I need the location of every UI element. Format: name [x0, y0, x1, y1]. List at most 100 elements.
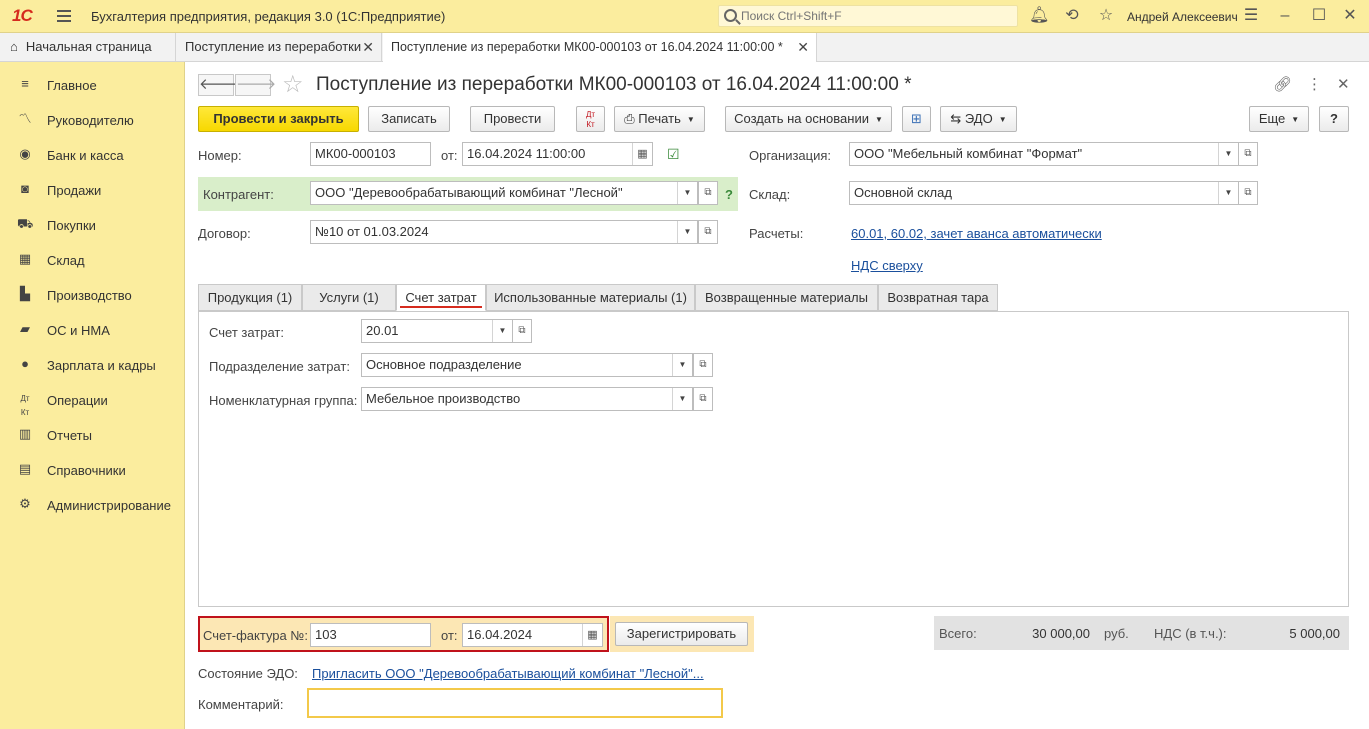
calendar-icon[interactable]: ▦: [582, 624, 602, 646]
maximize-icon[interactable]: ☐: [1310, 7, 1328, 25]
minimize-icon[interactable]: –: [1276, 7, 1294, 25]
open-icon: ⧉: [704, 226, 712, 237]
chevron-down-icon[interactable]: ▼: [672, 388, 692, 410]
organization-value: ООО "Мебельный комбинат "Формат": [854, 146, 1083, 161]
sidebar-item-reports[interactable]: ▥ Отчеты: [0, 415, 185, 450]
number-field[interactable]: МК00-000103: [310, 142, 431, 166]
open-item-group-button[interactable]: ⧉: [693, 387, 713, 411]
link-icon[interactable]: 🔗︎: [1273, 75, 1292, 93]
sidebar-item-label: Отчеты: [47, 428, 92, 443]
edo-invite-link[interactable]: Пригласить ООО "Деревообрабатывающий ком…: [312, 666, 704, 681]
save-button[interactable]: Записать: [368, 106, 450, 132]
bell-icon[interactable]: 🔔︎: [1029, 7, 1049, 25]
search-box[interactable]: [718, 5, 1018, 27]
tab-returned-materials[interactable]: Возвращенные материалы: [695, 284, 878, 311]
calendar-icon[interactable]: ▦: [632, 143, 652, 165]
main-menu-icon[interactable]: [57, 10, 71, 22]
settlements-link[interactable]: 60.01, 60.02, зачет аванса автоматически: [851, 226, 1102, 241]
truck-icon: ▰: [20, 321, 30, 336]
chevron-down-icon: ▼: [874, 115, 883, 124]
title-bar: 1С Бухгалтерия предприятия, редакция 3.0…: [0, 0, 1369, 33]
open-cost-account-button[interactable]: ⧉: [512, 319, 532, 343]
dt-kt-button[interactable]: Дт Кт: [576, 106, 605, 132]
tab-products[interactable]: Продукция (1): [198, 284, 302, 311]
structure-button[interactable]: ⊞: [902, 106, 931, 132]
close-tab-icon[interactable]: ✕: [797, 33, 809, 61]
invoice-date-field[interactable]: 16.04.2024 ▦: [462, 623, 603, 647]
contractor-field[interactable]: ООО "Деревообрабатывающий комбинат "Лесн…: [310, 181, 698, 205]
close-tab-icon[interactable]: ✕: [362, 33, 374, 61]
more-vertical-icon[interactable]: ⋮: [1307, 75, 1322, 93]
chevron-down-icon[interactable]: ▼: [677, 221, 697, 243]
open-organization-button[interactable]: ⧉: [1238, 142, 1258, 166]
tab-home[interactable]: ⌂ Начальная страница: [0, 33, 176, 62]
tab-processing-list[interactable]: Поступление из переработки ✕: [177, 33, 382, 62]
tab-returnable-packaging[interactable]: Возвратная тара: [878, 284, 998, 311]
favorite-star-icon[interactable]: ☆: [282, 70, 304, 99]
contractor-help-icon[interactable]: ?: [725, 187, 733, 202]
post-button[interactable]: Провести: [470, 106, 555, 132]
sidebar-item-admin[interactable]: ⚙ Администрирование: [0, 485, 185, 520]
sidebar-item-warehouse[interactable]: ▦ Склад: [0, 240, 185, 275]
gear-icon: ⚙: [19, 496, 31, 511]
cost-division-field[interactable]: Основное подразделение ▼: [361, 353, 693, 377]
history-icon[interactable]: ⟲: [1063, 7, 1081, 25]
chevron-down-icon[interactable]: ▼: [677, 182, 697, 204]
chevron-down-icon[interactable]: ▼: [672, 354, 692, 376]
cost-division-value: Основное подразделение: [366, 357, 522, 372]
settings-menu-icon[interactable]: ☰: [1242, 7, 1260, 25]
edo-button[interactable]: ⇆ ЭДО ▼: [940, 106, 1017, 132]
user-name[interactable]: Андрей Алексеевич: [1127, 10, 1238, 24]
sidebar-item-bank[interactable]: ◉ Банк и касса: [0, 135, 185, 170]
sidebar-item-management[interactable]: 〽 Руководителю: [0, 100, 185, 135]
sidebar-item-production[interactable]: ▙ Производство: [0, 275, 185, 310]
sidebar-item-catalogs[interactable]: ▤ Справочники: [0, 450, 185, 485]
chevron-down-icon[interactable]: ▼: [492, 320, 512, 342]
invoice-date-value: 16.04.2024: [467, 627, 533, 642]
invoice-number-field[interactable]: 103: [310, 623, 431, 647]
comment-field[interactable]: [307, 688, 723, 718]
forward-button[interactable]: 🡒: [235, 74, 276, 96]
checked-doc-icon[interactable]: ☑: [667, 146, 680, 163]
sidebar-item-operations[interactable]: Дт Кт Операции: [0, 380, 185, 417]
warehouse-field[interactable]: Основной склад ▼: [849, 181, 1239, 205]
open-cost-division-button[interactable]: ⧉: [693, 353, 713, 377]
contract-field[interactable]: №10 от 01.03.2024 ▼: [310, 220, 698, 244]
open-contract-button[interactable]: ⧉: [698, 220, 718, 244]
tab-used-materials[interactable]: Использованные материалы (1): [486, 284, 695, 311]
sidebar-item-main[interactable]: ≡ Главное: [0, 65, 185, 100]
sidebar-item-fixed-assets[interactable]: ▰ ОС и НМА: [0, 310, 185, 345]
register-button[interactable]: Зарегистрировать: [615, 622, 748, 646]
print-button[interactable]: ⎙ Печать ▼: [614, 106, 705, 132]
vat-label: НДС (в т.ч.):: [1154, 626, 1227, 641]
search-input[interactable]: [741, 8, 1011, 24]
menu-icon: ≡: [21, 76, 29, 91]
sidebar: ≡ Главное 〽 Руководителю ◉ Банк и касса ◙ Пр…: [0, 62, 185, 729]
vat-link[interactable]: НДС сверху: [851, 258, 923, 273]
post-and-close-button[interactable]: Провести и закрыть: [198, 106, 359, 132]
open-contractor-button[interactable]: ⧉: [698, 181, 718, 205]
chevron-down-icon[interactable]: ▼: [1218, 182, 1238, 204]
help-button[interactable]: ?: [1319, 106, 1349, 132]
sidebar-item-sales[interactable]: ◙ Продажи: [0, 170, 185, 205]
item-group-field[interactable]: Мебельное производство ▼: [361, 387, 693, 411]
sidebar-item-salary[interactable]: ● Зарплата и кадры: [0, 345, 185, 380]
more-button[interactable]: Еще ▼: [1249, 106, 1309, 132]
cost-account-field[interactable]: 20.01 ▼: [361, 319, 513, 343]
sidebar-item-label: Банк и касса: [47, 148, 124, 163]
close-form-icon[interactable]: ✕: [1337, 75, 1350, 93]
page-title: Поступление из переработки МК00-000103 о…: [316, 74, 912, 95]
tab-cost-account[interactable]: Счет затрат: [396, 284, 486, 311]
tab-processing-doc[interactable]: Поступление из переработки МК00-000103 о…: [383, 33, 817, 63]
back-button[interactable]: 🡐: [198, 74, 239, 96]
open-warehouse-button[interactable]: ⧉: [1238, 181, 1258, 205]
close-window-icon[interactable]: ✕: [1341, 7, 1359, 25]
date-field[interactable]: 16.04.2024 11:00:00 ▦: [462, 142, 653, 166]
favorites-star-icon[interactable]: ☆: [1097, 7, 1115, 25]
chevron-down-icon[interactable]: ▼: [1218, 143, 1238, 165]
tab-services[interactable]: Услуги (1): [302, 284, 396, 311]
create-based-on-button[interactable]: Создать на основании ▼: [725, 106, 892, 132]
open-icon: ⧉: [704, 187, 712, 198]
organization-field[interactable]: ООО "Мебельный комбинат "Формат" ▼: [849, 142, 1239, 166]
sidebar-item-purchases[interactable]: ⛟ Покупки: [0, 205, 185, 240]
